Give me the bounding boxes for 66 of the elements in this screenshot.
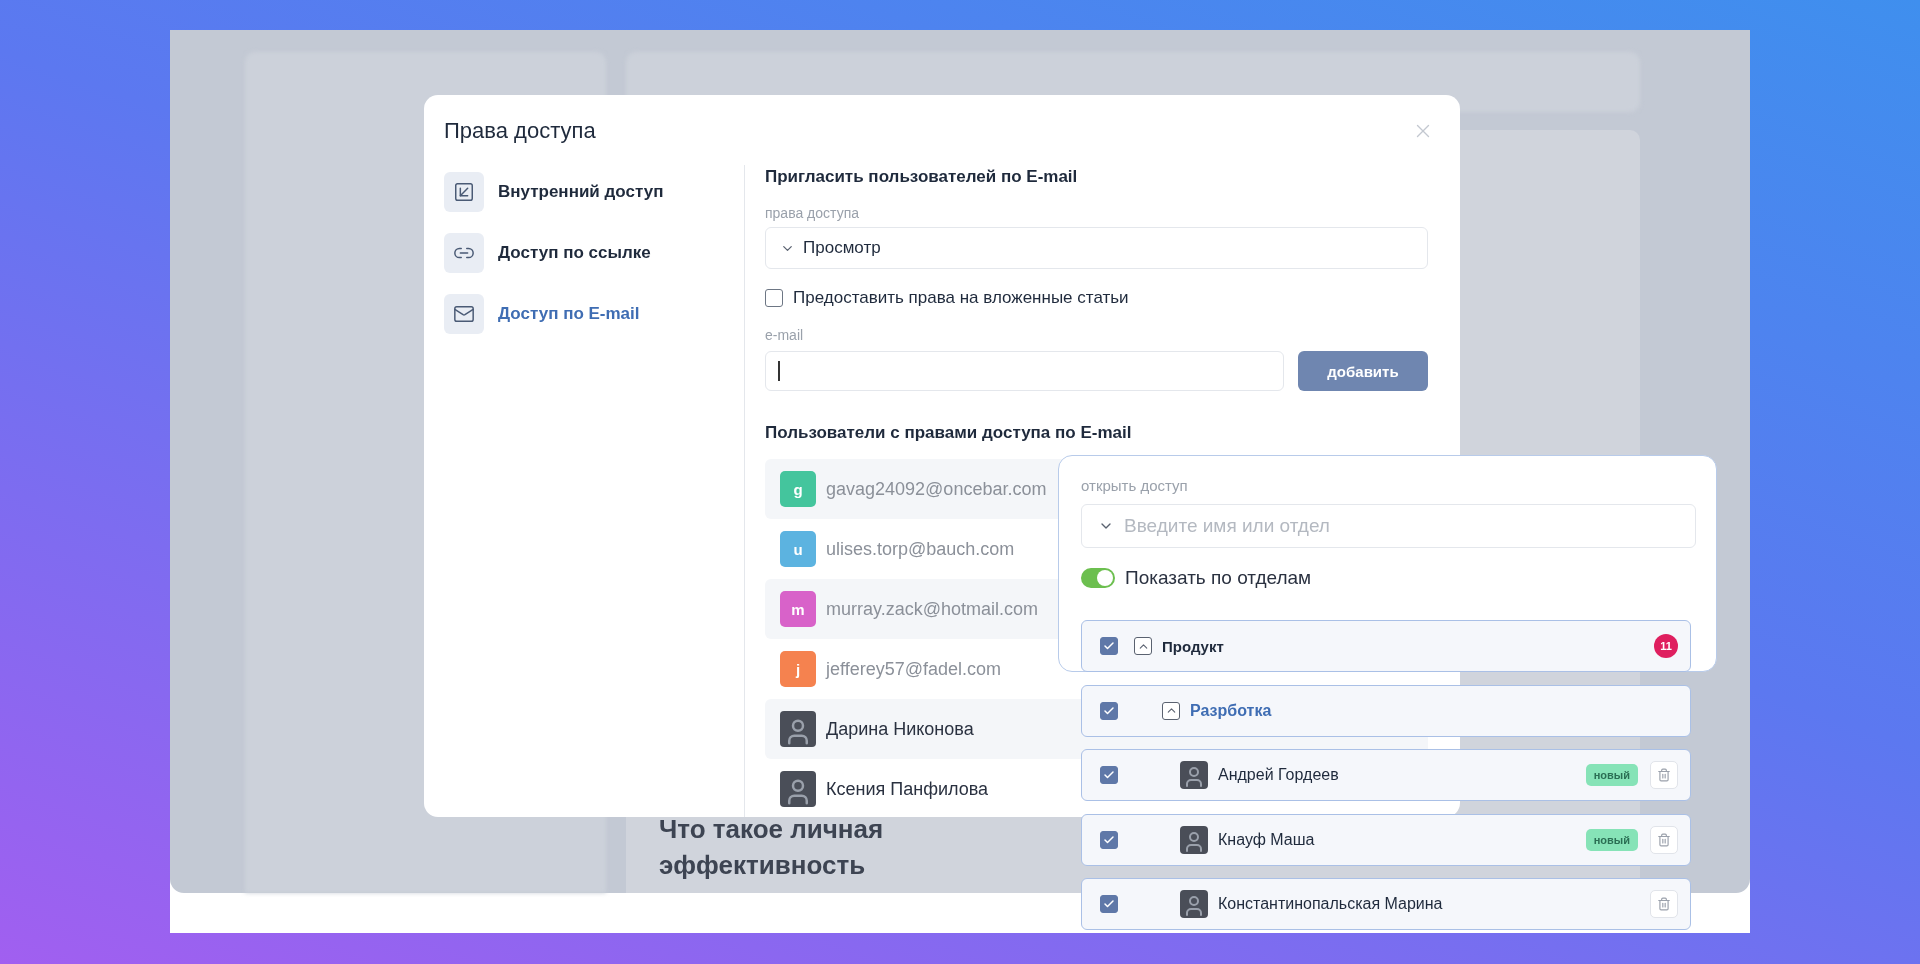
dialog-title: Права доступа [444, 117, 596, 145]
user-name: Константинопальская Марина [1218, 895, 1443, 913]
trash-icon [1657, 897, 1671, 911]
check-icon [1103, 833, 1115, 846]
initial-avatar: g [780, 471, 816, 507]
user-email: gavag24092@oncebar.com [826, 478, 1047, 500]
collapse-icon[interactable] [1134, 637, 1152, 655]
section-heading: Пользователи с правами доступа по E-mail [765, 422, 1133, 444]
checkbox[interactable] [1100, 766, 1118, 784]
avatar-placeholder [780, 711, 816, 747]
field-label: права доступа [765, 205, 860, 221]
field-label: открыть доступ [1081, 477, 1189, 495]
tree-row[interactable]: Разрботка [1081, 684, 1691, 737]
user-name: Ксения Панфилова [826, 778, 989, 800]
checkbox[interactable] [1100, 895, 1118, 913]
initial-avatar: u [780, 531, 816, 567]
initial-avatar: j [780, 651, 816, 687]
toggle-switch[interactable] [1081, 568, 1115, 588]
status-badge: новый [1585, 828, 1638, 851]
article-heading: Что такое личная эффективность [659, 813, 885, 882]
user-email: ulises.torp@bauch.com [826, 538, 1015, 560]
field-label: e-mail [765, 327, 805, 343]
nav-tab[interactable]: Доступ по ссылке [444, 233, 744, 273]
user-email: murray.zack@hotmail.com [826, 598, 1038, 620]
nav-label: Доступ по ссылке [498, 243, 651, 263]
tree-row[interactable]: Кнауф Маша новый [1081, 813, 1691, 866]
initial-avatar: m [780, 591, 816, 627]
avatar-placeholder [1180, 890, 1208, 918]
department-name: Продукт [1162, 637, 1224, 655]
section-heading: Пригласить пользователей по E-mail [765, 166, 1079, 188]
toggle-label: Показать по отделам [1125, 567, 1312, 589]
user-email: jefferey57@fadel.com [826, 658, 1002, 680]
add-button[interactable]: добавить [1298, 351, 1428, 391]
checkbox[interactable] [765, 289, 783, 307]
count-badge: 11 [1654, 634, 1678, 658]
check-icon [1103, 898, 1115, 910]
user-name: Андрей Гордеев [1218, 766, 1339, 784]
link-icon [444, 233, 484, 273]
checkbox[interactable] [1100, 701, 1118, 720]
nav-tab[interactable]: Доступ по E-mail [444, 294, 744, 334]
check-icon [1103, 769, 1115, 781]
email-input-field[interactable] [765, 351, 1284, 391]
avatar-placeholder [1180, 825, 1208, 854]
nav-label: Внутренний доступ [498, 182, 664, 202]
arrow-square-icon [444, 172, 484, 212]
status-badge: новый [1585, 764, 1638, 786]
check-icon [1103, 640, 1115, 652]
tree-row[interactable]: Константинопальская Марина [1081, 878, 1691, 930]
avatar-placeholder [780, 771, 816, 807]
rights-select[interactable]: Просмотр [765, 227, 1428, 269]
checkbox[interactable] [1100, 637, 1118, 655]
checkbox-label: Предоставить права на вложенные статьи [793, 288, 1129, 308]
nav-tab[interactable]: Внутренний доступ [444, 172, 744, 212]
avatar-placeholder [1180, 761, 1208, 789]
tree-row[interactable]: Андрей Гордеев новый [1081, 749, 1691, 801]
tree-row[interactable]: Продукт 11 [1081, 620, 1691, 672]
collapse-icon[interactable] [1162, 701, 1180, 720]
mail-icon [444, 294, 484, 334]
checkbox[interactable] [1100, 830, 1118, 849]
check-icon [1103, 704, 1115, 717]
department-name: Разрботка [1190, 701, 1272, 720]
nav-label: Доступ по E-mail [498, 304, 640, 324]
user-name: Дарина Никонова [826, 718, 974, 740]
trash-icon [1657, 768, 1671, 782]
trash-icon [1657, 832, 1671, 847]
user-name: Кнауф Маша [1218, 830, 1315, 849]
